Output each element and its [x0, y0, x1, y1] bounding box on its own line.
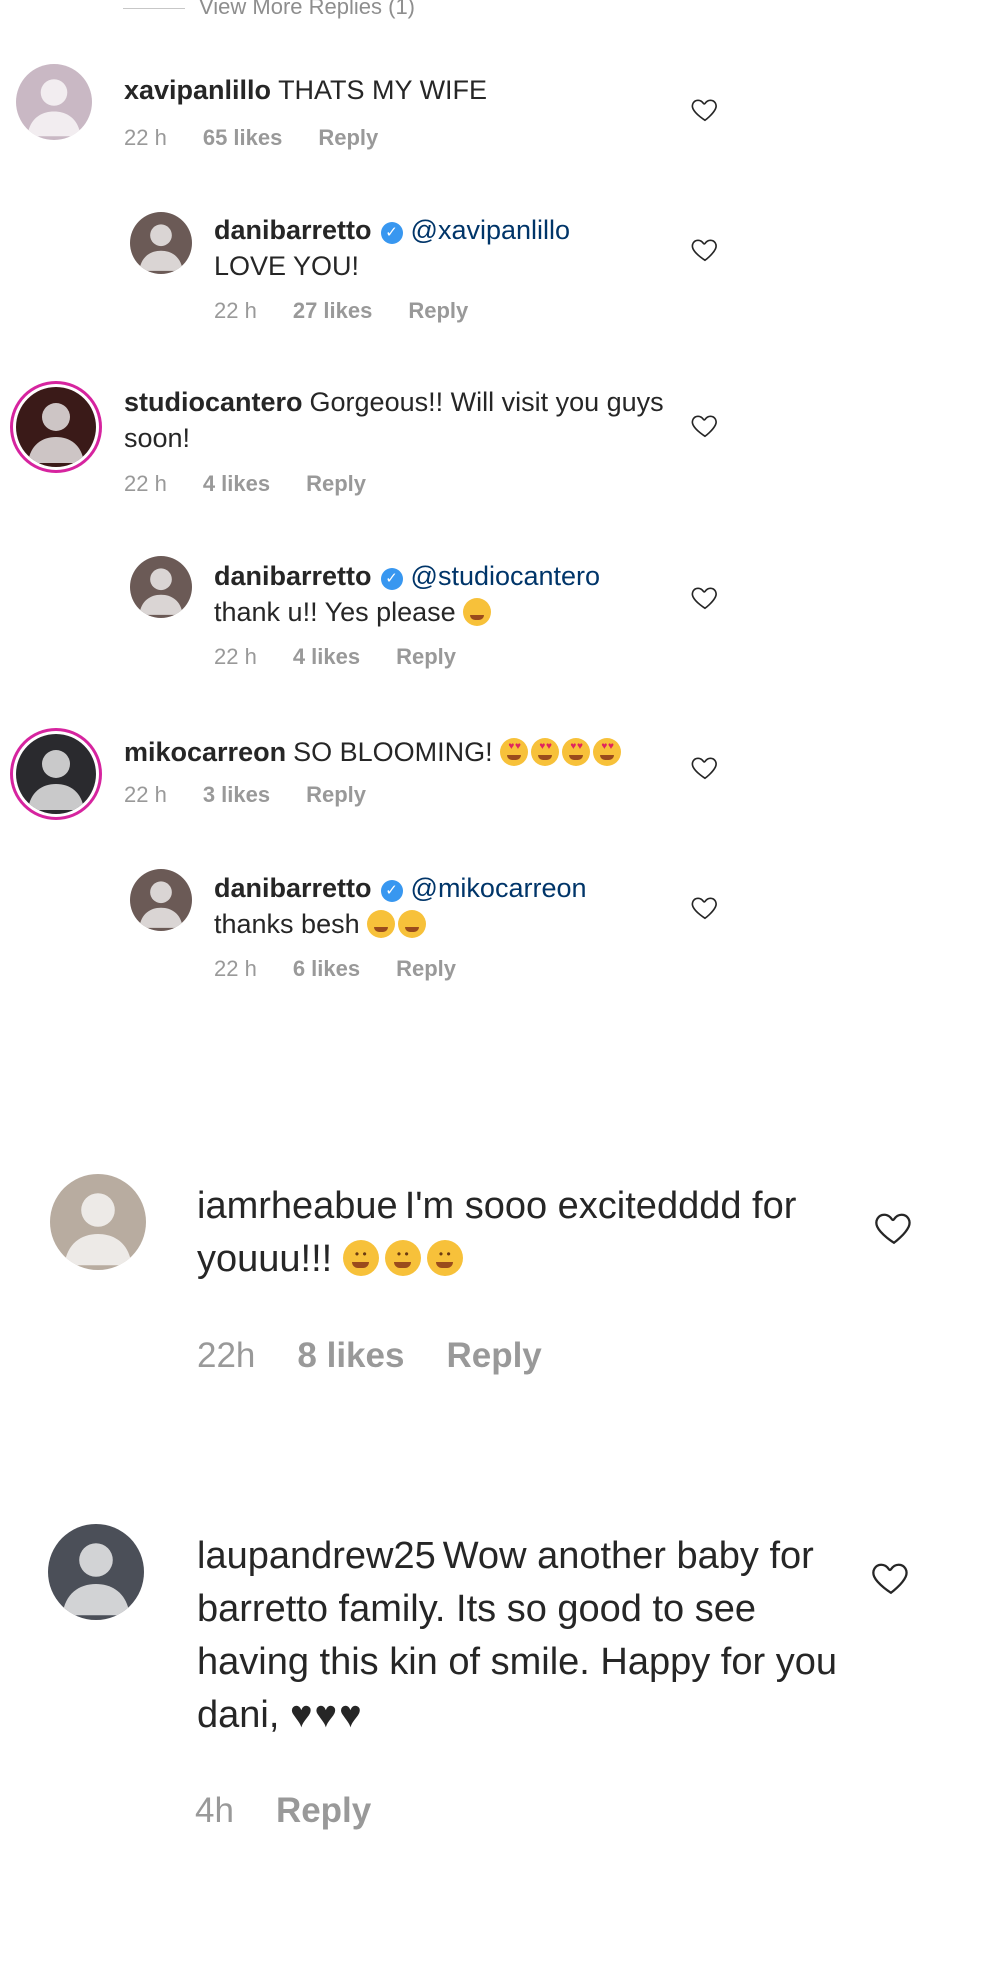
heart-outline-icon[interactable]	[690, 410, 720, 440]
verified-badge-icon: ✓	[380, 880, 403, 902]
comment-text: studiocantero Gorgeous!! Will visit you g…	[124, 384, 664, 456]
reply-button[interactable]: Reply	[408, 298, 468, 323]
comment-text: mikocarreon SO BLOOMING!	[124, 734, 684, 770]
avatar[interactable]	[16, 734, 96, 814]
avatar[interactable]	[16, 64, 92, 140]
comment-meta: 22 h 3 likes Reply	[124, 782, 724, 808]
reply-button[interactable]: Reply	[306, 471, 366, 496]
avatar-person-icon	[130, 212, 192, 274]
comment-body: THATS MY WIFE	[278, 75, 488, 105]
likes-count[interactable]: 27 likes	[293, 298, 373, 323]
reply-button[interactable]: Reply	[446, 1336, 541, 1375]
comment-body: thank u!! Yes please	[214, 597, 456, 627]
heart-eyes-emoji-icon	[500, 738, 529, 766]
kissing-face-emoji-icon	[398, 910, 427, 938]
mention-link[interactable]: @mikocarreon	[411, 873, 587, 903]
verified-badge-icon: ✓	[380, 222, 403, 244]
comment-body: thanks besh	[214, 909, 360, 939]
kissing-face-emoji-icon	[367, 910, 396, 938]
comment-text: danibarretto ✓ @mikocarreon thanks besh	[214, 870, 694, 942]
heart-outline-icon[interactable]	[873, 1206, 915, 1248]
comment-time: 4h	[195, 1791, 234, 1830]
avatar[interactable]	[130, 556, 192, 618]
avatar[interactable]	[50, 1174, 146, 1270]
comment-username[interactable]: laupandrew25	[197, 1535, 436, 1577]
avatar-person-icon	[16, 734, 96, 814]
comment-username[interactable]: danibarretto	[214, 561, 372, 591]
comment-text: xavipanlillo THATS MY WIFE	[124, 72, 684, 108]
avatar[interactable]	[130, 212, 192, 274]
comment-username[interactable]: studiocantero	[124, 387, 303, 417]
heart-outline-icon[interactable]	[690, 94, 720, 124]
black-hearts: ♥♥♥	[289, 1694, 364, 1736]
heart-outline-icon[interactable]	[690, 752, 720, 782]
comment-meta: 22 h 6 likes Reply	[214, 956, 714, 982]
comment-username[interactable]: mikocarreon	[124, 737, 286, 767]
comment-body: LOVE YOU!	[214, 251, 360, 281]
smiling-face-emoji-icon	[426, 1240, 463, 1276]
comment-time: 22 h	[214, 298, 257, 323]
avatar[interactable]	[16, 387, 96, 467]
reply-button[interactable]: Reply	[306, 782, 366, 807]
comment-meta: 4h Reply	[195, 1791, 895, 1831]
view-more-label: View More Replies (1)	[199, 0, 416, 19]
comment-meta: 22 h 4 likes Reply	[214, 644, 714, 670]
comment-username[interactable]: xavipanlillo	[124, 75, 271, 105]
mention-link[interactable]: @studiocantero	[411, 561, 601, 591]
smiling-face-emoji-icon	[342, 1240, 379, 1276]
comment-time: 22 h	[214, 644, 257, 669]
comment-meta: 22h 8 likes Reply	[197, 1336, 897, 1376]
divider-line	[123, 7, 185, 9]
comment-time: 22h	[197, 1336, 256, 1375]
comment-username[interactable]: danibarretto	[214, 215, 372, 245]
comment-body: SO BLOOMING!	[293, 737, 493, 767]
likes-count[interactable]: 3 likes	[203, 782, 270, 807]
avatar-person-icon	[16, 387, 96, 467]
reply-button[interactable]: Reply	[276, 1791, 371, 1830]
mention-link[interactable]: @xavipanlillo	[411, 215, 570, 245]
heart-outline-icon[interactable]	[690, 234, 720, 264]
avatar-person-icon	[130, 869, 192, 931]
avatar-person-icon	[48, 1524, 144, 1620]
likes-count[interactable]: 65 likes	[203, 125, 283, 150]
likes-count[interactable]: 4 likes	[203, 471, 270, 496]
comment-time: 22 h	[124, 125, 167, 150]
comment-text: iamrheabue I'm sooo excitedddd for youuu!…	[197, 1180, 857, 1286]
comment-text: danibarretto ✓ @studiocantero thank u!! Ye…	[214, 558, 694, 630]
reply-button[interactable]: Reply	[396, 956, 456, 981]
comment-time: 22 h	[214, 956, 257, 981]
heart-outline-icon[interactable]	[690, 892, 720, 922]
heart-eyes-emoji-icon	[562, 738, 591, 766]
likes-count[interactable]: 6 likes	[293, 956, 360, 981]
heart-eyes-emoji-icon	[593, 738, 622, 766]
comment-time: 22 h	[124, 471, 167, 496]
avatar-person-icon	[130, 556, 192, 618]
avatar[interactable]	[130, 869, 192, 931]
heart-outline-icon[interactable]	[690, 582, 720, 612]
avatar[interactable]	[48, 1524, 144, 1620]
comment-username[interactable]: iamrheabue	[197, 1185, 398, 1227]
comment-meta: 22 h 4 likes Reply	[124, 471, 724, 497]
likes-count[interactable]: 8 likes	[297, 1336, 404, 1375]
comment-text: danibarretto ✓ @xavipanlillo LOVE YOU!	[214, 212, 694, 284]
avatar-person-icon	[50, 1174, 146, 1270]
heart-eyes-emoji-icon	[531, 738, 560, 766]
comment-meta: 22 h 27 likes Reply	[214, 298, 714, 324]
kissing-face-emoji-icon	[463, 598, 492, 626]
reply-button[interactable]: Reply	[396, 644, 456, 669]
comment-text: laupandrew25 Wow another baby for barrett…	[197, 1530, 857, 1742]
comment-username[interactable]: danibarretto	[214, 873, 372, 903]
comment-time: 22 h	[124, 782, 167, 807]
verified-badge-icon: ✓	[380, 568, 403, 590]
comment-meta: 22 h 65 likes Reply	[124, 125, 724, 151]
view-more-replies[interactable]: View More Replies (1)	[123, 0, 523, 20]
smiling-face-emoji-icon	[384, 1240, 421, 1276]
heart-outline-icon[interactable]	[870, 1556, 912, 1598]
reply-button[interactable]: Reply	[318, 125, 378, 150]
likes-count[interactable]: 4 likes	[293, 644, 360, 669]
avatar-person-icon	[16, 64, 92, 140]
